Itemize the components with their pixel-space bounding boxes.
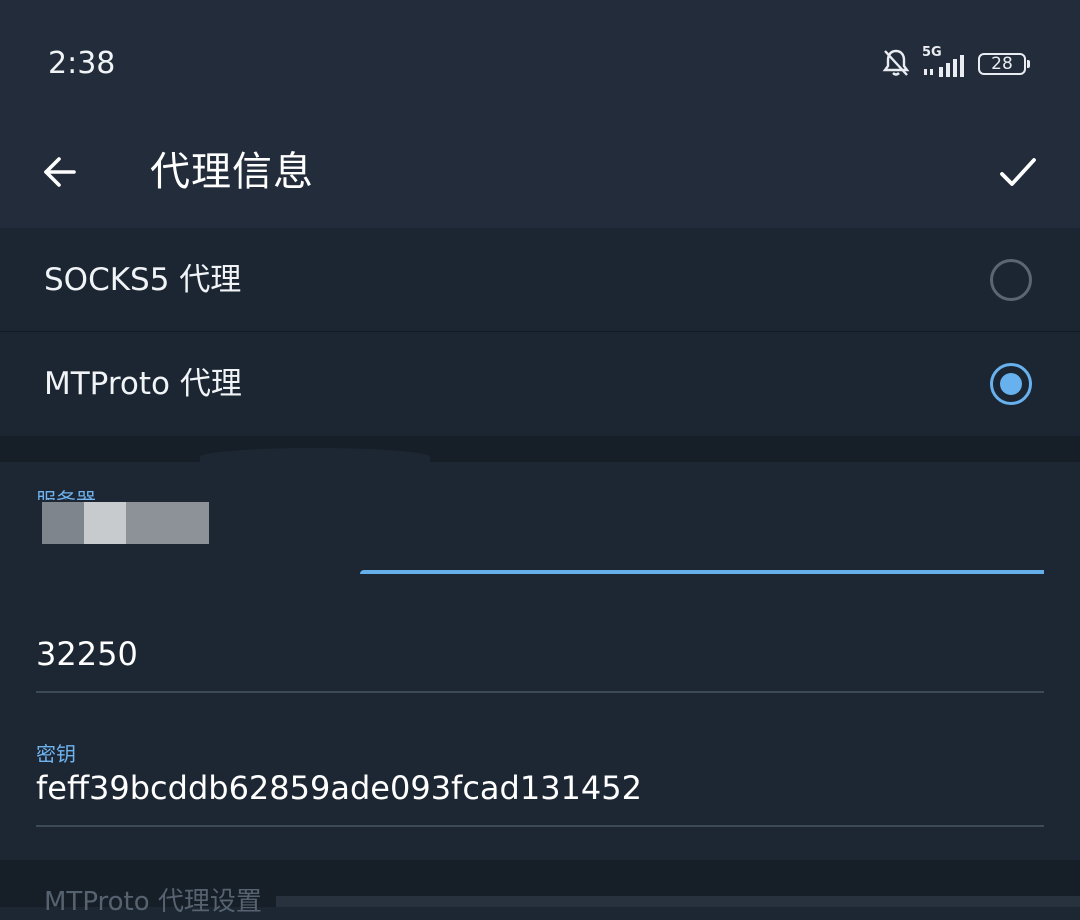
proxy-fields: 服务器 32250 密钥 feff39bcddb62859ade093fcad1… — [0, 462, 1080, 860]
signal-icon: 5G — [922, 45, 968, 79]
section-card-edge — [276, 896, 1080, 907]
secret-hint: 密钥 — [36, 742, 76, 766]
settings-section-header: MTProto 代理设置 — [0, 860, 1080, 917]
radio-unselected[interactable] — [990, 259, 1032, 301]
server-field[interactable]: 服务器 — [0, 462, 1080, 582]
status-icons: 5G 28 — [880, 44, 1030, 84]
port-underline — [36, 691, 1044, 693]
app-bar: 代理信息 — [0, 120, 1080, 228]
port-value: 32250 — [36, 635, 138, 673]
page-title: 代理信息 — [150, 149, 314, 195]
secret-value: feff39bcddb62859ade093fcad131452 — [36, 769, 642, 807]
battery-icon: 28 — [978, 53, 1030, 75]
redacted-server-value — [42, 502, 209, 544]
proxy-type-socks5-row[interactable]: SOCKS5 代理 — [0, 228, 1080, 332]
radio-selected[interactable] — [990, 363, 1032, 405]
proxy-type-label: SOCKS5 代理 — [44, 262, 242, 298]
server-hint: 服务器 — [36, 488, 96, 500]
back-button[interactable] — [30, 142, 90, 202]
section-title: MTProto 代理设置 — [44, 887, 262, 917]
section-divider — [0, 436, 1080, 466]
done-button[interactable] — [986, 140, 1050, 204]
check-icon — [1000, 158, 1036, 186]
proxy-type-label: MTProto 代理 — [44, 366, 242, 402]
arrow-left-icon — [44, 157, 76, 187]
server-underline-active — [360, 570, 1044, 574]
port-field[interactable]: 32250 — [0, 612, 1080, 702]
status-time: 2:38 — [48, 46, 116, 81]
secret-underline — [36, 825, 1044, 827]
bell-off-icon — [880, 46, 912, 82]
status-bar: 2:38 5G 28 — [0, 0, 1080, 120]
secret-field[interactable]: 密钥 feff39bcddb62859ade093fcad131452 — [0, 732, 1080, 832]
proxy-type-list: SOCKS5 代理 MTProto 代理 — [0, 228, 1080, 436]
proxy-type-mtproto-row[interactable]: MTProto 代理 — [0, 332, 1080, 436]
